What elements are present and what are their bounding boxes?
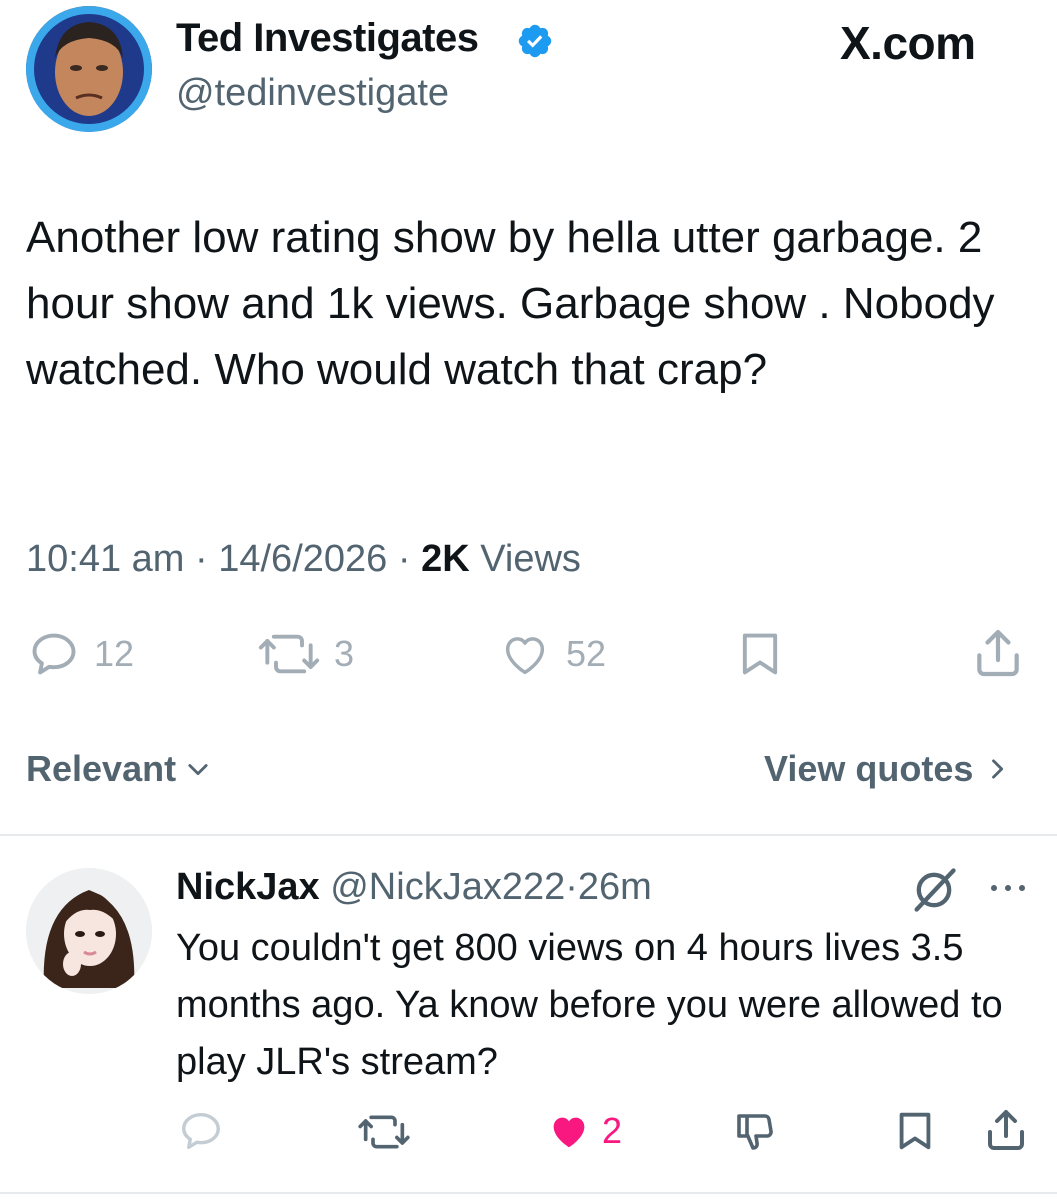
meta-separator: · xyxy=(565,866,578,908)
sort-dropdown[interactable]: Relevant xyxy=(26,748,212,790)
author-avatar[interactable] xyxy=(26,6,152,132)
like-button[interactable]: 52 xyxy=(496,628,606,680)
meta-separator: · xyxy=(195,538,208,580)
tweet-date[interactable]: 14/6/2026 xyxy=(218,538,387,580)
reply-author-handle[interactable]: @NickJax222 xyxy=(330,866,565,908)
chevron-right-icon xyxy=(992,759,1004,779)
reply-reply-button[interactable] xyxy=(176,1108,226,1154)
reply-like-count: 2 xyxy=(602,1110,623,1151)
grok-icon[interactable] xyxy=(908,864,960,921)
reply-repost-button[interactable] xyxy=(356,1110,412,1154)
author-handle[interactable]: @tedinvestigate xyxy=(176,72,449,115)
reply-like-button[interactable]: 2 xyxy=(544,1108,622,1154)
section-divider xyxy=(0,1192,1057,1194)
view-quotes-link[interactable]: View quotes xyxy=(764,748,1011,790)
share-button[interactable] xyxy=(970,624,1026,682)
repost-button[interactable]: 3 xyxy=(256,628,354,680)
reply-bookmark-button[interactable] xyxy=(892,1106,938,1156)
meta-separator: · xyxy=(397,538,411,580)
like-count: 52 xyxy=(566,633,607,674)
heart-filled-icon xyxy=(553,1117,585,1148)
reply-icon xyxy=(182,1112,220,1150)
site-watermark: X.com xyxy=(840,17,976,69)
reply-share-button[interactable] xyxy=(982,1104,1030,1156)
share-icon xyxy=(988,1110,1024,1150)
bookmark-icon xyxy=(899,1112,931,1150)
views-count: 2K xyxy=(421,538,470,580)
verified-badge-icon xyxy=(516,22,554,60)
bookmark-icon xyxy=(742,633,778,675)
reply-header: NickJax @NickJax222·26m xyxy=(176,866,652,909)
thumbs-down-icon xyxy=(737,1114,773,1150)
reply-avatar[interactable] xyxy=(26,868,152,994)
reply-button[interactable]: 12 xyxy=(26,628,134,680)
author-name[interactable]: Ted Investigates xyxy=(176,16,479,61)
reply-icon xyxy=(32,633,76,675)
reply-age[interactable]: 26m xyxy=(578,866,652,908)
tweet-meta: 10:41 am · 14/6/2026 · 2K Views xyxy=(26,538,581,581)
chevron-down-icon xyxy=(188,764,208,776)
tweet-text: Another low rating show by hella utter g… xyxy=(26,213,995,394)
section-divider xyxy=(0,834,1057,836)
dislike-button[interactable] xyxy=(730,1108,780,1156)
repost-count: 3 xyxy=(334,633,355,674)
views-label: Views xyxy=(480,538,581,580)
reply-count: 12 xyxy=(94,633,135,674)
share-icon xyxy=(977,629,1019,677)
sort-label: Relevant xyxy=(26,748,177,789)
bookmark-button[interactable] xyxy=(734,626,786,682)
repost-icon xyxy=(358,1115,410,1149)
reply-text: You couldn't get 800 views on 4 hours li… xyxy=(176,927,1003,1083)
reply-author-name[interactable]: NickJax xyxy=(176,866,320,908)
more-options-icon[interactable] xyxy=(988,876,1028,905)
view-quotes-label: View quotes xyxy=(764,748,974,789)
tweet-time[interactable]: 10:41 am xyxy=(26,538,184,580)
repost-icon xyxy=(258,634,320,674)
heart-icon xyxy=(505,637,545,675)
